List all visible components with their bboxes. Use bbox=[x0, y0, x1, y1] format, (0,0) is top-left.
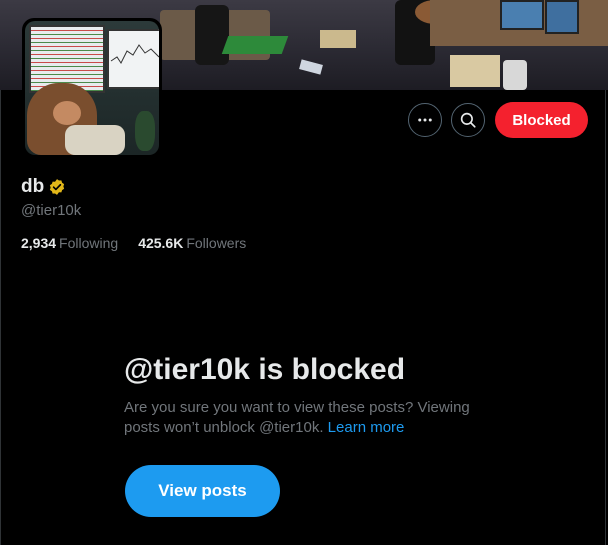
following-count: 2,934 bbox=[21, 235, 57, 251]
display-name: db bbox=[21, 176, 45, 197]
blocked-title: @tier10k is blocked bbox=[124, 353, 406, 386]
avatar-plant bbox=[135, 111, 155, 151]
more-horizontal-icon bbox=[418, 118, 432, 122]
avatar-shirt bbox=[65, 125, 125, 155]
banner-box bbox=[450, 55, 500, 87]
banner-chair bbox=[195, 5, 229, 65]
follow-stats: 2,934 Following 425.6K Followers bbox=[21, 235, 266, 251]
learn-more-link[interactable]: Learn more bbox=[328, 419, 405, 436]
banner-monitor bbox=[500, 0, 544, 30]
search-button[interactable] bbox=[451, 103, 485, 137]
view-posts-button[interactable]: View posts bbox=[125, 465, 280, 517]
avatar-image bbox=[25, 21, 159, 155]
user-handle: @tier10k bbox=[21, 202, 82, 219]
avatar-monkey-face bbox=[53, 101, 81, 125]
display-name-row: db bbox=[21, 176, 66, 198]
following-link[interactable]: 2,934 Following bbox=[21, 235, 118, 251]
banner-box bbox=[320, 30, 356, 48]
verified-badge-icon[interactable] bbox=[48, 178, 66, 196]
blocked-button[interactable]: Blocked bbox=[495, 102, 588, 138]
blocked-description-text: Are you sure you want to view these post… bbox=[124, 399, 470, 436]
followers-label: Followers bbox=[186, 235, 247, 251]
search-icon bbox=[460, 112, 476, 128]
followers-count: 425.6K bbox=[138, 235, 184, 251]
banner-putting-mat bbox=[221, 36, 289, 54]
avatar[interactable] bbox=[22, 18, 162, 158]
banner-monitor bbox=[545, 0, 579, 34]
more-button[interactable] bbox=[408, 103, 442, 137]
banner-paper bbox=[299, 59, 323, 75]
following-label: Following bbox=[59, 235, 119, 251]
followers-link[interactable]: 425.6K Followers bbox=[138, 235, 246, 251]
blocked-description: Are you sure you want to view these post… bbox=[124, 398, 494, 438]
banner-trash-can bbox=[503, 60, 527, 90]
avatar-chart-icon bbox=[110, 44, 159, 64]
avatar-chart-screen bbox=[107, 29, 159, 89]
